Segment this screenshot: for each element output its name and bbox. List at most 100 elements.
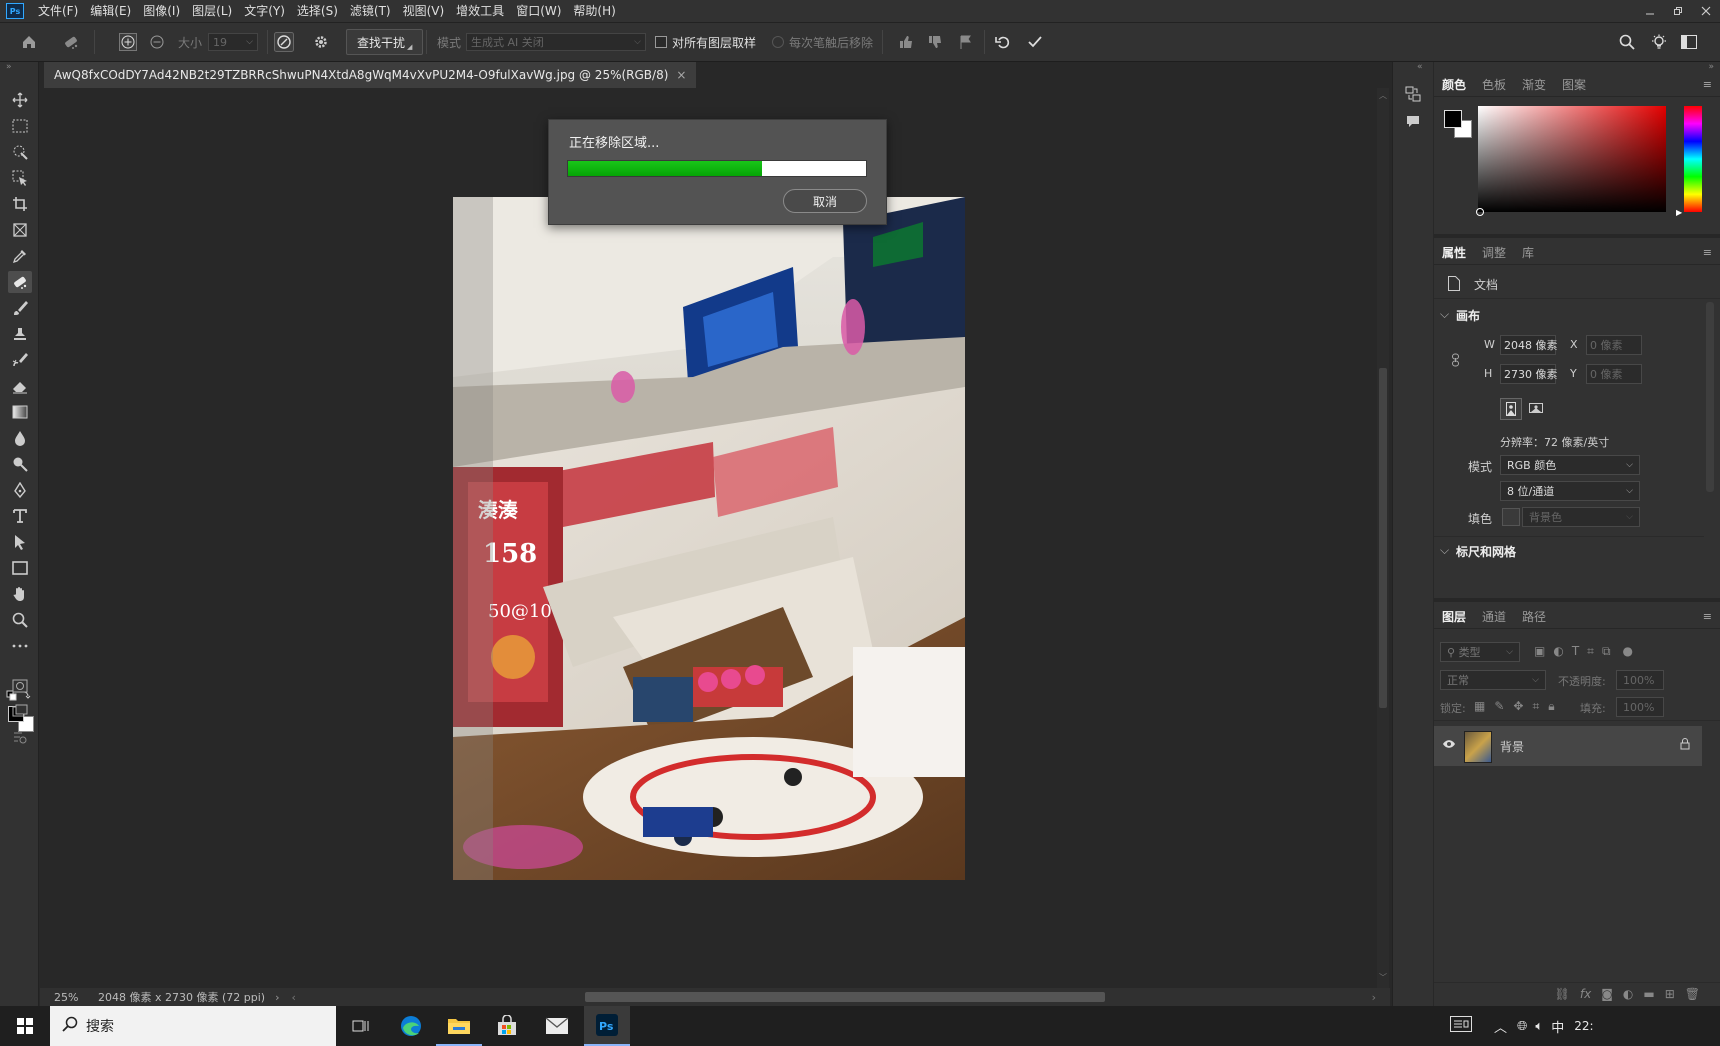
color-mode-select[interactable]: RGB 颜色 ⌵ [1500,455,1640,475]
tab-adjustments[interactable]: 调整 [1474,240,1514,264]
canvas-height-input[interactable]: 2730 像素 [1500,364,1558,384]
fx-icon[interactable]: fx [1580,987,1591,1001]
frame-tool-icon[interactable] [8,219,32,241]
history-panel-icon[interactable] [1403,84,1423,104]
clone-stamp-tool-icon[interactable] [8,323,32,345]
hue-slider-handle[interactable]: ▶ [1676,208,1682,217]
dodge-tool-icon[interactable] [8,453,32,475]
chevron-down-icon[interactable]: ⌵ [1440,543,1449,558]
eye-visibility-icon[interactable] [1442,738,1456,752]
undo-icon[interactable] [992,23,1014,61]
document-image[interactable]: 湊湊 158 50@100 [453,197,965,880]
new-group-icon[interactable]: ▬ [1643,987,1654,1001]
portrait-orientation-icon[interactable] [1500,398,1522,420]
gradient-tool-icon[interactable] [8,401,32,423]
screen-mode-icon[interactable] [8,700,32,722]
blend-mode-select[interactable]: 正常 ⌵ [1440,670,1546,690]
eyedropper-tool-icon[interactable] [8,245,32,267]
scroll-down-icon[interactable]: ﹀ [1379,972,1387,983]
comments-panel-icon[interactable] [1403,112,1423,132]
layer-name[interactable]: 背景 [1500,738,1524,755]
pen-tool-icon[interactable] [8,479,32,501]
add-mask-icon[interactable]: ◙ [1601,987,1613,1001]
commit-check-icon[interactable] [1024,23,1046,61]
collapse-arrows-icon[interactable]: » [1708,62,1714,72]
quick-selection-tool-icon[interactable] [8,167,32,189]
properties-scrollbar[interactable] [1706,302,1714,492]
lock-transparency-icon[interactable]: ▦ [1474,699,1485,714]
tab-channels[interactable]: 通道 [1474,604,1514,628]
hue-slider[interactable] [1684,106,1702,212]
layer-row[interactable]: 背景 [1434,726,1702,766]
find-distractions-button[interactable]: 查找干扰 ◢ [346,29,424,55]
add-to-selection-icon[interactable] [117,23,139,61]
canvas-width-input[interactable]: 2048 像素 [1500,335,1558,355]
collapse-arrows-icon[interactable]: « [1417,62,1423,72]
color-field[interactable] [1478,106,1666,212]
menu-image[interactable]: 图像(I) [137,0,186,22]
trash-icon[interactable]: 🗑︎ [1685,987,1700,1001]
horizontal-scroll-thumb[interactable] [585,992,1105,1002]
pressure-size-icon[interactable] [272,23,296,61]
network-globe-icon[interactable]: 🌐︎ [1517,1019,1527,1034]
fill-select[interactable]: 背景色 ⌵ [1522,507,1640,527]
smart-object-filter-icon[interactable]: ⧉ [1602,644,1611,659]
eraser-tool-icon[interactable] [8,375,32,397]
remove-tool-icon[interactable] [8,271,32,293]
history-brush-tool-icon[interactable] [8,349,32,371]
volume-icon[interactable]: 🔈︎ [1535,1019,1543,1034]
object-selection-tool-icon[interactable] [8,141,32,163]
menu-edit[interactable]: 编辑(E) [84,0,137,22]
hand-tool-icon[interactable] [8,583,32,605]
new-layer-icon[interactable]: ⊞ [1665,987,1675,1001]
pixel-layer-filter-icon[interactable]: ▣ [1534,644,1545,659]
quick-mask-icon[interactable] [8,675,32,697]
lock-artboard-icon[interactable]: ⌗ [1532,699,1539,714]
menu-filter[interactable]: 滤镜(T) [344,0,397,22]
bit-depth-select[interactable]: 8 位/通道 ⌵ [1500,481,1640,501]
fill-color-swatch[interactable] [1502,508,1520,526]
gear-icon[interactable] [310,23,332,61]
type-layer-filter-icon[interactable]: T [1572,644,1579,659]
rulers-grids-section-title[interactable]: 标尺和网格 [1456,543,1516,560]
collapse-arrows-icon[interactable]: » [6,62,12,72]
lock-pixels-icon[interactable]: ✎ [1494,699,1504,714]
sample-all-layers-checkbox[interactable]: 对所有图层取样 [655,23,756,61]
remove-tool-preset-icon[interactable] [58,23,84,61]
menu-select[interactable]: 选择(S) [291,0,344,22]
cancel-button[interactable]: 取消 [783,189,867,213]
zoom-tool-icon[interactable] [8,609,32,631]
scroll-left-icon[interactable]: ‹ [292,991,296,1004]
restore-icon[interactable] [1664,0,1692,22]
fill-opacity-input[interactable]: 100% [1616,697,1664,717]
link-layers-icon[interactable]: ⛓︎ [1555,987,1570,1001]
marquee-tool-icon[interactable] [8,115,32,137]
lock-all-icon[interactable]: 🔒︎ [1548,699,1554,714]
menu-window[interactable]: 窗口(W) [510,0,567,22]
more-tools-icon[interactable] [8,635,32,657]
x-input[interactable]: 0 像素 [1586,335,1642,355]
chevron-right-icon[interactable]: › [275,991,279,1004]
opacity-input[interactable]: 100% [1616,670,1664,690]
windows-start-icon[interactable] [2,1006,48,1046]
link-icon[interactable] [1450,352,1462,368]
edit-toolbar-icon[interactable] [8,726,32,748]
task-view-icon[interactable] [338,1006,384,1046]
tab-paths[interactable]: 路径 [1514,604,1554,628]
tab-swatches[interactable]: 色板 [1474,72,1514,96]
tab-properties[interactable]: 属性 [1434,240,1474,264]
path-selection-tool-icon[interactable] [8,531,32,553]
tab-patterns[interactable]: 图案 [1554,72,1594,96]
vertical-scrollbar[interactable]: ︿ ﹀ [1377,88,1389,988]
size-input[interactable]: 19 ⌵ [208,33,258,51]
menu-type[interactable]: 文字(Y) [238,0,291,22]
panel-menu-icon[interactable]: ≡ [1703,246,1712,259]
foreground-color-swatch[interactable] [1444,110,1462,128]
news-widget-icon[interactable] [1450,1016,1472,1036]
minimize-icon[interactable] [1636,0,1664,22]
mode-select[interactable]: 生成式 AI 关闭 ⌵ [466,33,646,51]
thumbs-up-icon[interactable] [896,23,916,61]
shape-layer-filter-icon[interactable]: ⌗ [1587,644,1594,659]
document-tab[interactable]: AwQ8fxCOdDY7Ad42NB2t29TZBRRcShwuPN4XtdA8… [44,62,697,88]
adjustment-layer-icon[interactable]: ◐ [1623,987,1633,1001]
